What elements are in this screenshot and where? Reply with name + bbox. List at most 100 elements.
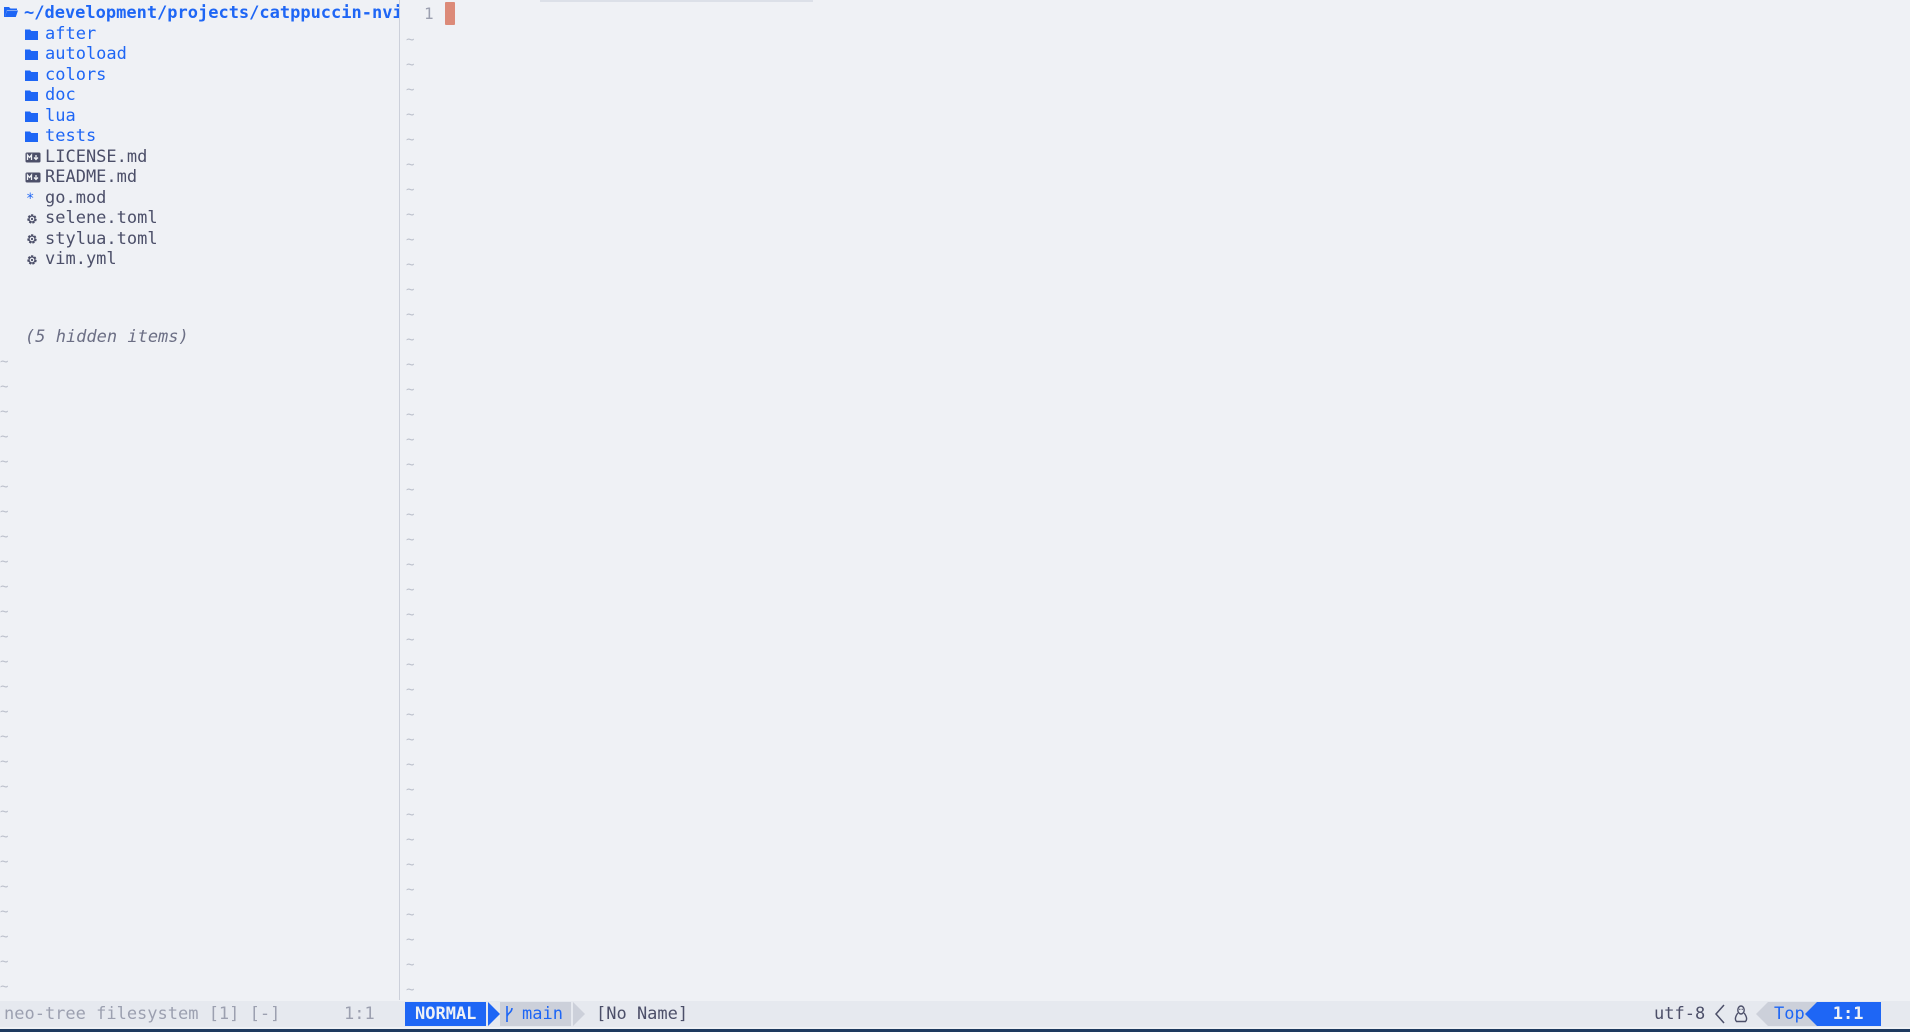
empty-line-marker: ~ [406, 457, 415, 473]
git-branch-name: main [522, 1004, 563, 1024]
empty-line-marker: ~ [0, 804, 9, 820]
neovim-window: ~/development/projects/catppuccin-nvi af… [0, 0, 1910, 1032]
empty-line-marker: ~ [406, 432, 415, 448]
empty-line-marker: ~ [406, 507, 415, 523]
empty-line-marker: ~ [0, 454, 9, 470]
position-section: Top 1:1 [1756, 1002, 1882, 1026]
file-encoding: utf-8 [1654, 1004, 1706, 1024]
empty-line-marker: ~ [0, 679, 9, 695]
mode-separator [488, 1002, 500, 1026]
empty-line-marker: ~ [406, 757, 415, 773]
empty-line-marker: ~ [406, 207, 415, 223]
tabline-accent [540, 0, 813, 2]
empty-line-marker: ~ [406, 407, 415, 423]
svg-text:*: * [26, 192, 34, 204]
gear-icon [25, 232, 45, 246]
empty-line-marker: ~ [406, 807, 415, 823]
empty-line-marker: ~ [0, 979, 9, 995]
empty-line-marker: ~ [406, 157, 415, 173]
empty-line-marker: ~ [406, 907, 415, 923]
empty-line-marker: ~ [0, 429, 9, 445]
empty-line-marker: ~ [0, 504, 9, 520]
empty-line-marker: ~ [406, 957, 415, 973]
empty-line-marker: ~ [0, 929, 9, 945]
tree-item-label: vim.yml [45, 249, 117, 269]
empty-line-marker: ~ [0, 554, 9, 570]
empty-line-marker: ~ [406, 632, 415, 648]
empty-line-marker: ~ [0, 729, 9, 745]
empty-line-marker: ~ [406, 82, 415, 98]
empty-line-marker: ~ [0, 854, 9, 870]
empty-line-marker: ~ [406, 782, 415, 798]
chevron-left-icon [1714, 1003, 1726, 1025]
empty-line-marker: ~ [0, 629, 9, 645]
git-branch-icon [504, 1005, 514, 1023]
tree-status-label: neo-tree filesystem [1] [-] [4, 1004, 281, 1024]
empty-line-marker: ~ [406, 332, 415, 348]
empty-line-marker: ~ [406, 932, 415, 948]
empty-line-marker: ~ [0, 654, 9, 670]
asterisk-icon: * [25, 192, 45, 204]
empty-line-marker: ~ [0, 779, 9, 795]
empty-line-marker: ~ [406, 657, 415, 673]
empty-line-marker: ~ [406, 107, 415, 123]
empty-line-marker: ~ [406, 257, 415, 273]
folder-open-icon [4, 1, 18, 26]
empty-line-marker: ~ [406, 307, 415, 323]
empty-line-marker: ~ [406, 582, 415, 598]
empty-line-marker: ~ [0, 954, 9, 970]
branch-separator [573, 1002, 585, 1026]
statusline: neo-tree filesystem [1] [-] 1:1 NORMAL m… [0, 1001, 1910, 1027]
linux-tux-icon [1734, 1003, 1748, 1025]
markdown-icon [25, 172, 45, 183]
location-separator [1804, 1002, 1817, 1026]
tree-file[interactable]: vim.yml [25, 247, 117, 272]
folder-icon [25, 111, 45, 122]
markdown-icon [25, 152, 45, 163]
empty-line-marker: ~ [406, 232, 415, 248]
empty-line-marker: ~ [406, 357, 415, 373]
mode-indicator: NORMAL [405, 1002, 487, 1026]
empty-line-marker: ~ [406, 557, 415, 573]
empty-line-marker: ~ [406, 282, 415, 298]
empty-line-marker: ~ [0, 754, 9, 770]
empty-line-marker: ~ [0, 829, 9, 845]
empty-line-marker: ~ [406, 982, 415, 998]
cursor-location: 1:1 [1816, 1002, 1882, 1026]
empty-line-marker: ~ [406, 32, 415, 48]
empty-line-marker: ~ [0, 879, 9, 895]
buffer-filename: [No Name] [596, 1004, 689, 1024]
folder-icon [25, 49, 45, 60]
empty-line-marker: ~ [406, 832, 415, 848]
folder-icon [25, 70, 45, 81]
empty-line-marker: ~ [0, 354, 9, 370]
empty-line-marker: ~ [406, 182, 415, 198]
hidden-items-note: (5 hidden items) [25, 327, 189, 347]
editor-buffer[interactable]: 1 ~ ~ ~ ~ ~ ~ ~ ~ ~ ~ ~ ~ ~ ~ ~ ~ ~ ~ ~ ~ ~ ~ ~ ~ ~ ~ ~ ~ ~ ~ ~ ~ ~ ~ ~ ~ ~ ~… [400, 0, 1910, 1000]
folder-icon [25, 131, 45, 142]
gear-icon [25, 253, 45, 267]
empty-line-marker: ~ [406, 382, 415, 398]
empty-line-marker: ~ [406, 482, 415, 498]
tree-status-position: 1:1 [344, 1004, 375, 1024]
empty-line-marker: ~ [406, 682, 415, 698]
empty-line-marker: ~ [0, 379, 9, 395]
empty-line-marker: ~ [406, 882, 415, 898]
neo-tree-sidebar[interactable]: ~/development/projects/catppuccin-nvi af… [0, 0, 399, 1000]
empty-line-marker: ~ [0, 404, 9, 420]
folder-icon [25, 90, 45, 101]
git-branch: main [500, 1002, 571, 1026]
empty-line-marker: ~ [406, 57, 415, 73]
empty-line-marker: ~ [406, 732, 415, 748]
empty-line-marker: ~ [0, 479, 9, 495]
empty-line-marker: ~ [406, 607, 415, 623]
empty-line-marker: ~ [406, 532, 415, 548]
empty-line-marker: ~ [0, 704, 9, 720]
empty-line-marker: ~ [0, 604, 9, 620]
empty-line-marker: ~ [406, 132, 415, 148]
progress-separator [1756, 1002, 1768, 1026]
empty-line-marker: ~ [0, 579, 9, 595]
empty-line-marker: ~ [0, 529, 9, 545]
empty-line-marker: ~ [406, 707, 415, 723]
text-cursor [445, 2, 455, 25]
